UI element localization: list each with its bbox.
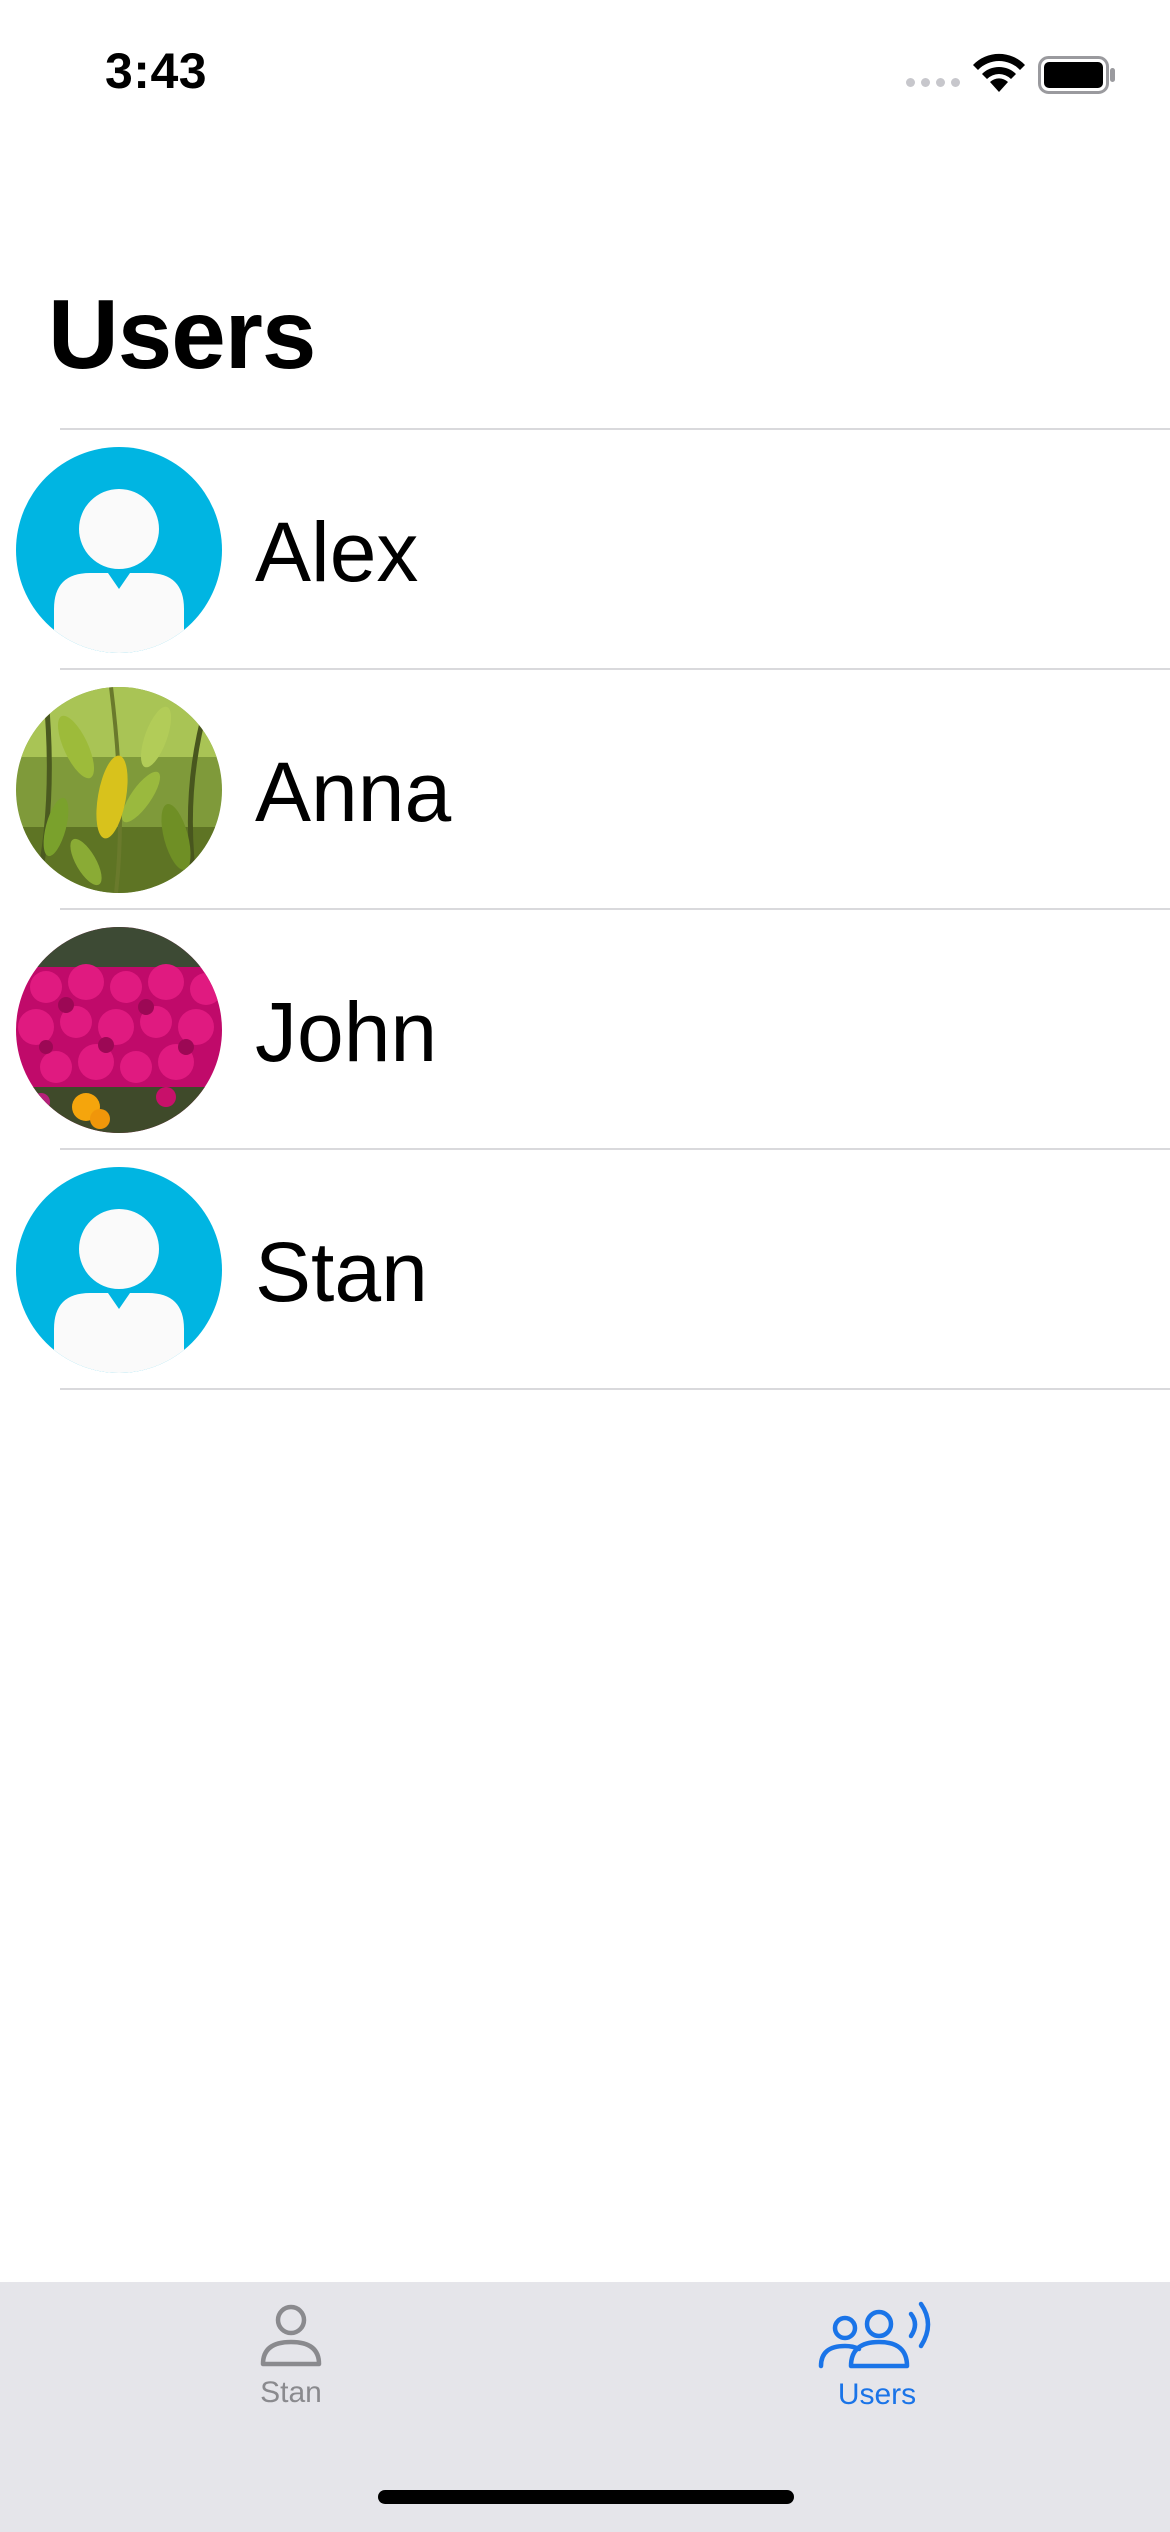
user-name: Stan xyxy=(255,1225,428,1319)
leaves-photo xyxy=(16,687,222,893)
home-indicator[interactable] xyxy=(378,2490,794,2504)
battery-icon xyxy=(1038,56,1115,94)
user-name: Anna xyxy=(255,745,452,839)
cellular-signal-icon xyxy=(906,78,960,87)
wifi-icon xyxy=(973,53,1025,92)
status-bar: 3:43 xyxy=(0,0,1170,150)
person-icon xyxy=(260,2304,322,2367)
person-silhouette-icon xyxy=(16,447,222,653)
default-person-avatar xyxy=(16,1167,222,1373)
flowers-photo-avatar xyxy=(16,927,222,1133)
user-list: Alex Anna John Stan xyxy=(0,428,1170,1390)
list-divider xyxy=(60,1388,1170,1390)
user-row-john[interactable]: John xyxy=(0,910,1170,1148)
user-row-alex[interactable]: Alex xyxy=(0,430,1170,668)
user-name: Alex xyxy=(255,505,419,599)
status-time: 3:43 xyxy=(105,43,208,99)
user-name: John xyxy=(255,985,438,1079)
people-wave-icon xyxy=(818,2301,931,2369)
tab-label: Stan xyxy=(260,2376,322,2409)
person-silhouette-icon xyxy=(16,1167,222,1373)
user-row-anna[interactable]: Anna xyxy=(0,670,1170,908)
tab-label: Users xyxy=(837,2378,917,2411)
default-person-avatar xyxy=(16,447,222,653)
tab-users[interactable]: Users xyxy=(727,2300,1027,2450)
tab-stan[interactable]: Stan xyxy=(141,2300,441,2450)
flowers-photo xyxy=(16,927,222,1133)
leaves-photo-avatar xyxy=(16,687,222,893)
user-row-stan[interactable]: Stan xyxy=(0,1150,1170,1388)
page-title: Users xyxy=(48,279,316,389)
